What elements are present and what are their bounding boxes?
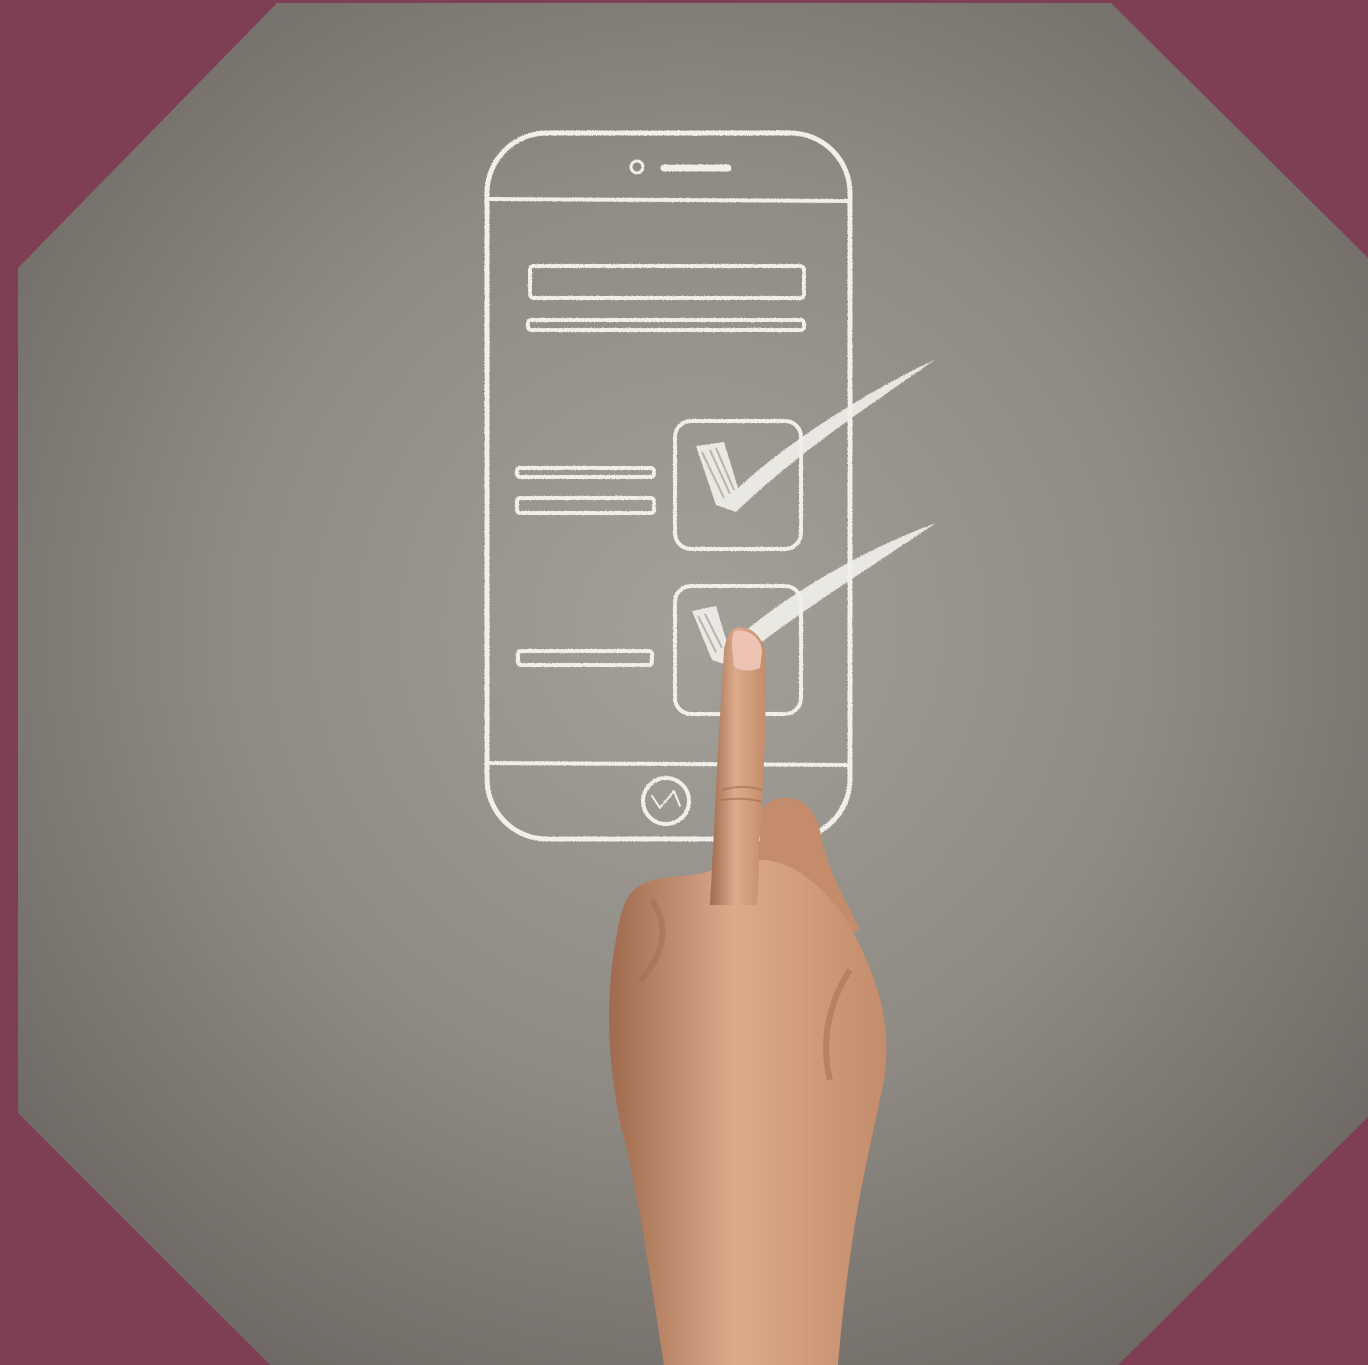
scene <box>18 3 1368 1365</box>
phone-top-divider <box>487 197 850 203</box>
phone-bottom-divider <box>487 761 850 767</box>
